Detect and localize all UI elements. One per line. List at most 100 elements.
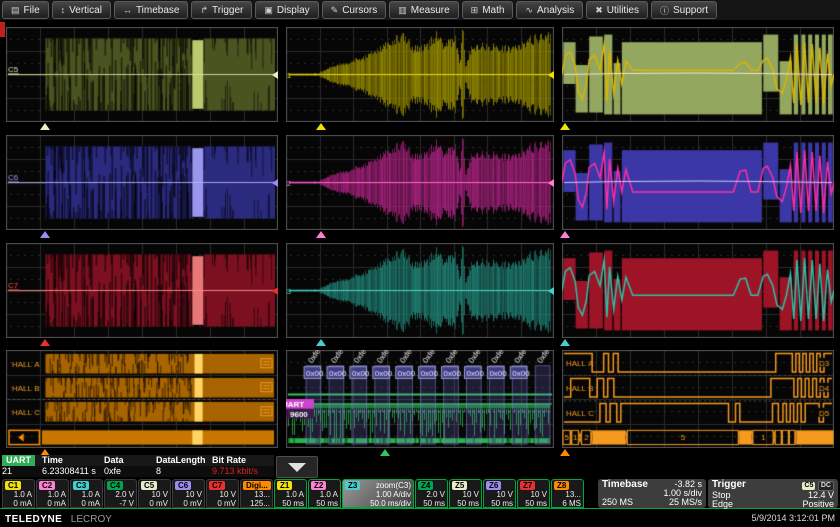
descriptor-value-2: 50 ms (277, 499, 304, 508)
uart-table-row[interactable]: 21 6.23308411 s 0xfe 8 9.713 kbit/s (2, 466, 274, 477)
panel-c6-acquisition[interactable] (6, 135, 278, 230)
waveform-hall-digital-zoom[interactable] (562, 350, 834, 448)
channel-badge: Z6 (486, 481, 501, 490)
trigger-type: Edge (712, 500, 733, 509)
panel-c1-acquisition[interactable] (286, 27, 554, 122)
descriptor-c7[interactable]: C710 V0 mV (206, 479, 239, 508)
trigger-marker[interactable] (560, 123, 570, 130)
waveform-zoom-overlay-row1[interactable] (562, 27, 834, 122)
zoom-source-label: zoom(C3) (376, 481, 411, 490)
descriptor-z7[interactable]: Z710 V50 ms (517, 479, 550, 508)
waveform-hall-digital-dense[interactable] (6, 350, 278, 448)
channel-badge: Z2 (311, 481, 326, 490)
channel-badge: C1 (5, 481, 21, 490)
descriptor-c3[interactable]: C31.0 A0 mA (70, 479, 103, 508)
waveform-uart-decode[interactable] (286, 350, 554, 448)
waveform-c2-acquisition[interactable] (286, 135, 554, 230)
panel-zoom-overlay-row2[interactable] (562, 135, 834, 230)
level-marker[interactable] (272, 287, 278, 295)
trigger-marker[interactable] (380, 449, 390, 456)
descriptor-value-2: 50 ms (418, 499, 445, 508)
trigger-marker[interactable] (560, 339, 570, 346)
descriptor-value-1: 10 V (141, 490, 168, 499)
descriptor-value-2: 50 ms (486, 499, 513, 508)
trigger-marker[interactable] (560, 231, 570, 238)
panel-zoom-overlay-row3[interactable] (562, 243, 834, 338)
timebase-samples: 250 MS (602, 498, 633, 507)
descriptor-z5[interactable]: Z510 V50 ms (449, 479, 482, 508)
descriptor-value-1: 1.00 A/div (345, 490, 411, 499)
waveform-c1-acquisition[interactable] (286, 27, 554, 122)
oscilloscope-app: { "menu": { "items": [ {"label":"File","… (0, 0, 840, 525)
channel-badge: C2 (39, 481, 55, 490)
descriptor-z1[interactable]: Z11.0 A50 ms (274, 479, 307, 508)
level-marker[interactable] (548, 179, 554, 187)
descriptor-z4[interactable]: Z42.0 V50 ms (415, 479, 448, 508)
table-collapse-button[interactable] (276, 456, 318, 478)
panel-c7-acquisition[interactable] (6, 243, 278, 338)
descriptor-c4[interactable]: C42.0 V-7 V (104, 479, 137, 508)
descriptor-z6[interactable]: Z610 V50 ms (483, 479, 516, 508)
panel-c3-acquisition[interactable] (286, 243, 554, 338)
uart-col-time: Time (42, 455, 104, 466)
left-edge-tab[interactable] (0, 22, 5, 37)
descriptor-z3[interactable]: Z3zoom(C3)1.00 A/div50.0 ms/div (342, 479, 414, 508)
timebase-descriptor[interactable]: Timebase -3.82 s 1.00 s/div 250 MS 25 MS… (598, 479, 706, 508)
descriptor-value-1: 10 V (520, 490, 547, 499)
waveform-c3-acquisition[interactable] (286, 243, 554, 338)
descriptor-value-2: 50.0 ms/div (345, 499, 411, 508)
descriptor-value-2: 0 mV (209, 499, 236, 508)
descriptor-c6[interactable]: C610 V0 mV (172, 479, 205, 508)
panel-zoom-overlay-row1[interactable] (562, 27, 834, 122)
descriptor-value-2: 0 mA (5, 499, 32, 508)
trigger-marker[interactable] (40, 231, 50, 238)
descriptor-value-1: 2.0 V (107, 490, 134, 499)
level-marker[interactable] (272, 71, 278, 79)
descriptor-value-2: 0 mA (73, 499, 100, 508)
descriptor-c1[interactable]: C11.0 A0 mA (2, 479, 35, 508)
descriptor-value-1: 13... (243, 490, 270, 499)
brand-lecroy: LECROY (71, 514, 112, 525)
channel-badge: Z8 (554, 481, 569, 490)
trigger-marker[interactable] (316, 231, 326, 238)
uart-protocol-badge: UART (2, 455, 35, 466)
descriptor-digi[interactable]: Digi...13...125... (240, 479, 273, 508)
uart-col-datalength: DataLength (156, 455, 212, 466)
descriptor-value-2: -7 V (107, 499, 134, 508)
panel-hall-digital-zoom[interactable] (562, 350, 834, 448)
waveform-zoom-overlay-row2[interactable] (562, 135, 834, 230)
level-marker[interactable] (548, 71, 554, 79)
panel-c5-acquisition[interactable] (6, 27, 278, 122)
trigger-descriptor[interactable]: Trigger C5 DC Stop 12.4 V Edge Positive (708, 479, 838, 508)
trigger-marker[interactable] (316, 123, 326, 130)
channel-badge: Z4 (418, 481, 433, 490)
uart-row-index: 21 (2, 466, 42, 477)
waveform-c6-acquisition[interactable] (6, 135, 278, 230)
channel-badge: C7 (209, 481, 225, 490)
uart-decode-table[interactable]: UART Time Data DataLength Bit Rate 21 6.… (2, 455, 274, 477)
descriptor-c2[interactable]: C21.0 A0 mA (36, 479, 69, 508)
level-marker[interactable] (272, 179, 278, 187)
descriptor-value-1: 10 V (175, 490, 202, 499)
trigger-marker[interactable] (560, 449, 570, 456)
waveform-zoom-overlay-row3[interactable] (562, 243, 834, 338)
uart-row-bitrate: 9.713 kbit/s (212, 466, 274, 477)
panel-hall-digital-dense[interactable] (6, 350, 278, 448)
descriptor-z8[interactable]: Z813...6 MS (551, 479, 584, 508)
descriptor-value-1: 1.0 A (39, 490, 66, 499)
descriptor-z2[interactable]: Z21.0 A50 ms (308, 479, 341, 508)
descriptor-value-1: 1.0 A (5, 490, 32, 499)
trigger-marker[interactable] (40, 123, 50, 130)
trigger-marker[interactable] (316, 339, 326, 346)
channel-badge: C5 (141, 481, 157, 490)
level-marker[interactable] (548, 287, 554, 295)
waveform-c7-acquisition[interactable] (6, 243, 278, 338)
panel-c2-acquisition[interactable] (286, 135, 554, 230)
trigger-source-badge: C5 (802, 482, 815, 490)
panel-uart-decode[interactable] (286, 350, 554, 448)
descriptor-c5[interactable]: C510 V0 mV (138, 479, 171, 508)
descriptor-value-1: 2.0 V (418, 490, 445, 499)
waveform-c5-acquisition[interactable] (6, 27, 278, 122)
trigger-marker[interactable] (40, 339, 50, 346)
channel-badge: Z7 (520, 481, 535, 490)
